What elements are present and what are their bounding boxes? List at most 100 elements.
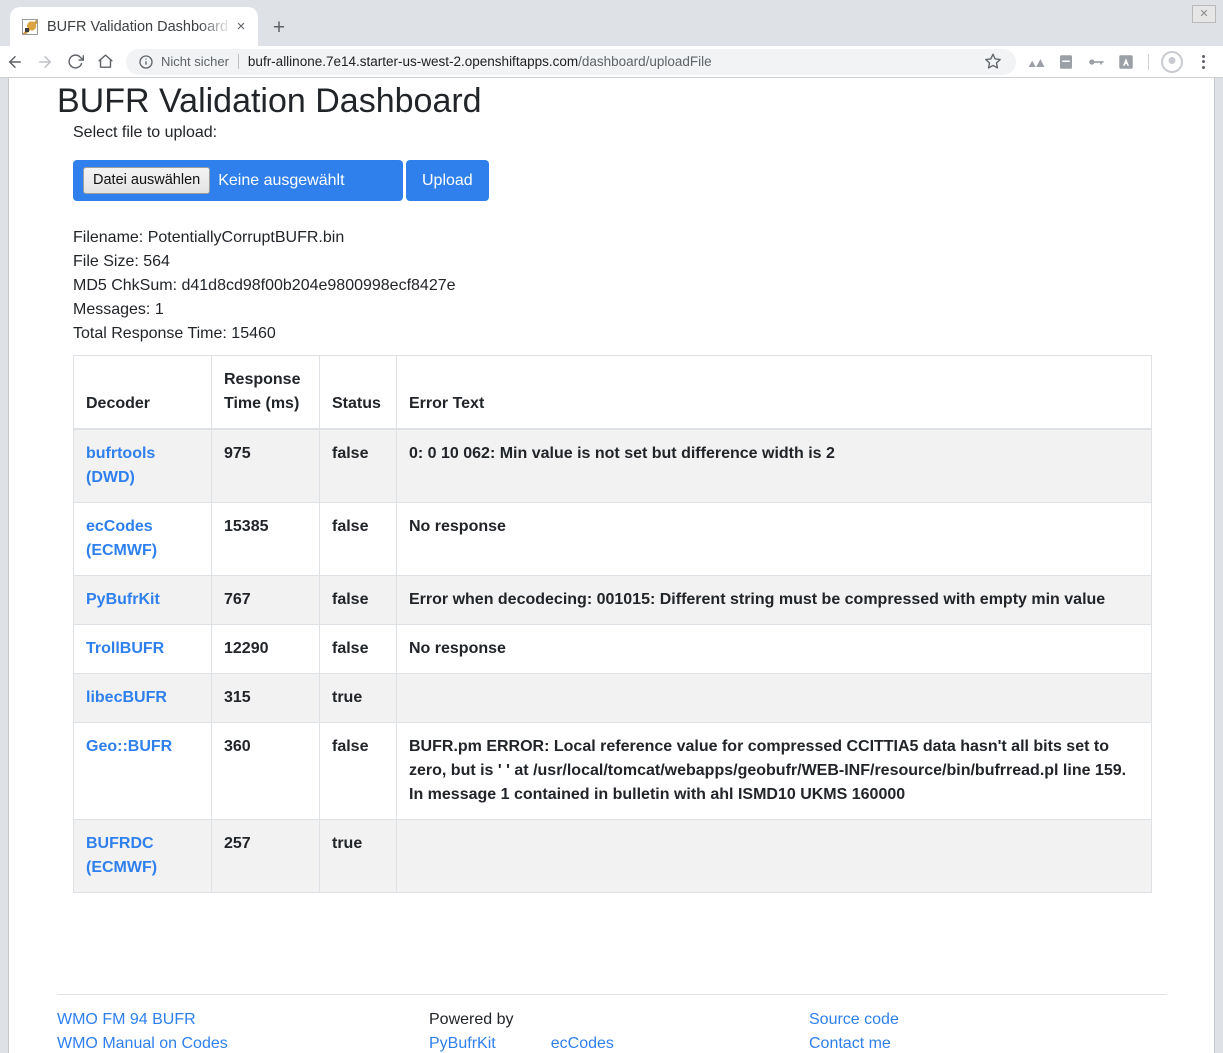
cell-response-time: 15385	[211, 502, 320, 576]
info-icon[interactable]	[138, 54, 154, 70]
kebab-menu-icon[interactable]	[1189, 48, 1217, 76]
decoder-link[interactable]: libecBUFR	[86, 686, 199, 710]
cell-decoder[interactable]: ecCodes (ECMWF)	[73, 502, 212, 576]
decoder-name-line1: Geo::BUFR	[86, 738, 173, 755]
cell-error-text	[396, 819, 1152, 893]
footer-link-eccodes[interactable]: ecCodes	[551, 1035, 614, 1052]
table-row: Geo::BUFR 360 false BUFR.pm ERROR: Local…	[73, 722, 1152, 820]
back-icon[interactable]	[0, 47, 30, 77]
browser-chrome: BUFR Validation Dashboard × + ✕	[0, 0, 1223, 46]
browser-window: BUFR Validation Dashboard × + ✕ Nicht si…	[0, 0, 1223, 1053]
url-text: bufr-allinone.7e14.starter-us-west-2.ope…	[248, 54, 978, 69]
meta-md5: MD5 ChkSum: d41d8cd98f00b204e9800998ecf8…	[73, 277, 456, 294]
file-metadata: Filename: PotentiallyCorruptBUFR.bin Fil…	[73, 226, 456, 346]
decoder-name-line1: ecCodes	[86, 518, 153, 535]
browser-tab[interactable]: BUFR Validation Dashboard ×	[10, 7, 258, 46]
cell-response-time: 257	[211, 819, 320, 893]
cell-decoder[interactable]: PyBufrKit	[73, 575, 212, 625]
cell-decoder[interactable]: bufrtools (DWD)	[73, 428, 212, 503]
decoder-link[interactable]: ecCodes (ECMWF)	[86, 515, 199, 563]
cell-decoder[interactable]: BUFRDC (ECMWF)	[73, 819, 212, 893]
home-icon[interactable]	[90, 47, 120, 77]
extension-card-icon[interactable]	[1052, 48, 1080, 76]
extension-a-badge-icon[interactable]	[1112, 48, 1140, 76]
col-header-decoder: Decoder	[73, 355, 212, 430]
cell-decoder[interactable]: Geo::BUFR	[73, 722, 212, 820]
cell-error-text: BUFR.pm ERROR: Local reference value for…	[396, 722, 1152, 820]
footer-column-right: Source code Contact me	[809, 1008, 899, 1053]
new-tab-button[interactable]: +	[266, 14, 292, 40]
footer-link-pybufrkit[interactable]: PyBufrKit	[429, 1035, 496, 1052]
cell-decoder[interactable]: libecBUFR	[73, 673, 212, 723]
decoder-link[interactable]: PyBufrKit	[86, 588, 199, 612]
profile-avatar-icon[interactable]	[1161, 50, 1183, 73]
choose-file-button[interactable]: Datei auswählen	[83, 166, 211, 195]
meta-messages: Messages: 1	[73, 301, 164, 318]
tab-strip: BUFR Validation Dashboard × + ✕	[0, 0, 1223, 46]
cell-status: false	[319, 575, 397, 625]
col-header-error-text: Error Text	[396, 355, 1152, 430]
select-file-label: Select file to upload:	[73, 124, 218, 141]
browser-toolbar: Nicht sicher bufr-allinone.7e14.starter-…	[0, 46, 1223, 78]
col-header-status: Status	[319, 355, 397, 430]
reload-icon[interactable]	[60, 47, 90, 77]
cell-error-text: No response	[396, 624, 1152, 674]
page-viewport: BUFR Validation Dashboard Select file to…	[8, 78, 1215, 1053]
meta-filesize: File Size: 564	[73, 253, 170, 270]
cell-error-text: No response	[396, 502, 1152, 576]
decoder-link[interactable]: bufrtools (DWD)	[86, 442, 199, 490]
cell-status: false	[319, 722, 397, 820]
powered-by-links: PyBufrKit ecCodes libECBUFR trollbufr Ge…	[429, 1032, 616, 1053]
decoder-link[interactable]: TrollBUFR	[86, 637, 199, 661]
address-bar[interactable]: Nicht sicher bufr-allinone.7e14.starter-…	[126, 48, 1016, 75]
forward-icon	[30, 47, 60, 77]
decoder-name-line1: PyBufrKit	[86, 591, 160, 608]
decoder-link[interactable]: Geo::BUFR	[86, 735, 199, 759]
decoder-name-line2: (ECMWF)	[86, 542, 158, 559]
decoder-name-line2: (ECMWF)	[86, 859, 158, 876]
cell-status: false	[319, 428, 397, 503]
decoder-name-line1: bufrtools	[86, 445, 156, 462]
results-table: Decoder Response Time (ms) Status Error …	[73, 355, 1152, 893]
decoder-name-line1: TrollBUFR	[86, 640, 165, 657]
decoder-name-line1: BUFRDC	[86, 835, 154, 852]
cell-response-time: 360	[211, 722, 320, 820]
cell-response-time: 767	[211, 575, 320, 625]
security-status-label: Nicht sicher	[161, 54, 239, 69]
decoder-name-line2: (DWD)	[86, 469, 135, 486]
cell-status: false	[319, 624, 397, 674]
meta-filename: Filename: PotentiallyCorruptBUFR.bin	[73, 229, 345, 246]
table-head: Decoder Response Time (ms) Status Error …	[73, 355, 1152, 430]
extension-mountains-icon[interactable]	[1022, 48, 1050, 76]
cell-status: true	[319, 673, 397, 723]
cell-status: false	[319, 502, 397, 576]
cell-response-time: 315	[211, 673, 320, 723]
no-file-selected-label: Keine ausgewählt	[218, 171, 345, 189]
upload-button[interactable]: Upload	[406, 160, 489, 201]
url-host: bufr-allinone.7e14.starter-us-west-2.ope…	[247, 54, 579, 69]
tab-close-icon[interactable]: ×	[232, 18, 250, 36]
table-row: BUFRDC (ECMWF) 257 true	[73, 819, 1152, 893]
page-title: BUFR Validation Dashboard	[57, 82, 482, 120]
cell-decoder[interactable]: TrollBUFR	[73, 624, 212, 674]
footer-link-wmo-manual[interactable]: WMO Manual on Codes	[57, 1035, 228, 1052]
col-header-response-time: Response Time (ms)	[211, 355, 320, 430]
window-close-button[interactable]: ✕	[1192, 5, 1216, 23]
footer-link-source-code[interactable]: Source code	[809, 1011, 899, 1028]
table-row: ecCodes (ECMWF) 15385 false No response	[73, 502, 1152, 576]
footer-divider	[57, 994, 1167, 995]
cell-error-text	[396, 673, 1152, 723]
footer-link-wmo-fm94[interactable]: WMO FM 94 BUFR	[57, 1011, 196, 1028]
footer-column-powered-by: Powered by PyBufrKit ecCodes libECBUFR t…	[429, 1008, 616, 1053]
extension-key-icon[interactable]	[1082, 48, 1110, 76]
decoder-link[interactable]: BUFRDC (ECMWF)	[86, 832, 199, 880]
url-path: /dashboard/uploadFile	[578, 54, 712, 69]
powered-by-label: Powered by	[429, 1011, 514, 1028]
file-input[interactable]: Datei auswählen Keine ausgewählt	[73, 160, 403, 201]
cell-error-text: Error when decodecing: 001015: Different…	[396, 575, 1152, 625]
upload-controls: Datei auswählen Keine ausgewählt Upload	[73, 160, 489, 201]
footer-column-left: WMO FM 94 BUFR WMO Manual on Codes	[57, 1008, 228, 1053]
bookmark-star-icon[interactable]	[984, 52, 1004, 72]
footer-link-contact-me[interactable]: Contact me	[809, 1035, 891, 1052]
table-row: TrollBUFR 12290 false No response	[73, 624, 1152, 674]
